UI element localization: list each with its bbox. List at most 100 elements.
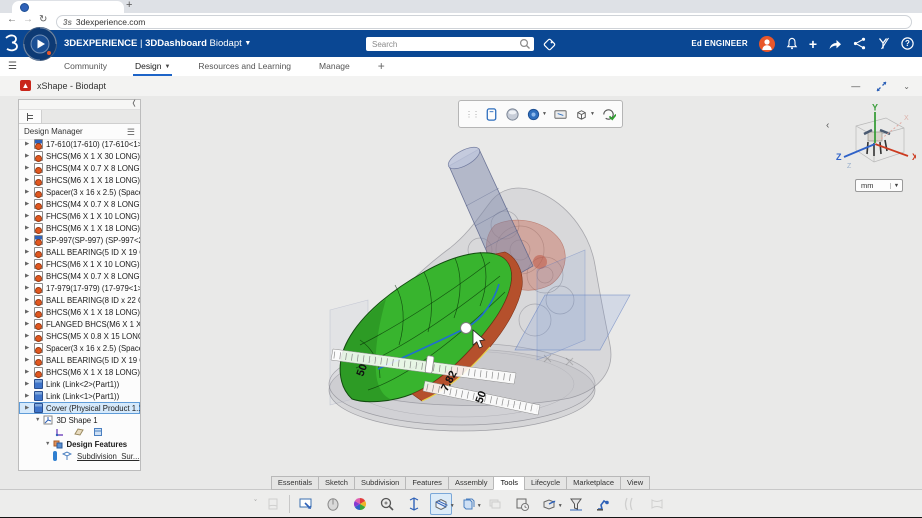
tree-row[interactable]: ▶ Link (Link<2>(Part1)) <box>19 378 140 390</box>
view-mode-icon[interactable]: ▼ <box>526 107 547 122</box>
compass-icon[interactable] <box>22 26 58 62</box>
ribbon-tab[interactable]: Marketplace <box>566 476 621 490</box>
expand-arrow-icon[interactable]: ▶ <box>25 393 31 399</box>
tree-row[interactable]: ▶ SHCS(M6 X 1 X 30 LONG) (... <box>19 150 140 162</box>
tree-row[interactable]: ▶ SP-997(SP-997) (SP-997<2... <box>19 234 140 246</box>
dashboard-tab[interactable]: Design▼ <box>135 57 170 76</box>
expand-arrow-icon[interactable]: ▶ <box>25 213 31 219</box>
expand-arrow-icon[interactable]: ▶ <box>25 297 31 303</box>
ribbon-tab[interactable]: Sketch <box>318 476 355 490</box>
panel-collapse-icon[interactable]: ❬ <box>131 99 137 107</box>
filter-icon[interactable]: ▼ <box>565 493 587 515</box>
minimize-icon[interactable]: — <box>851 81 860 91</box>
new-tab-button[interactable]: + <box>126 0 132 11</box>
expand-arrow-icon[interactable]: ▶ <box>25 261 31 267</box>
expand-icon[interactable] <box>876 81 887 92</box>
share-arrow-icon[interactable] <box>828 38 842 50</box>
tag-icon[interactable] <box>542 37 557 52</box>
drag-handle[interactable]: ⋮⋮ <box>465 110 479 119</box>
panel-menu-icon[interactable]: ☰ <box>127 128 135 136</box>
tree-row[interactable]: ▶ 17-610(17-610) (17-610<1>(... <box>19 138 140 150</box>
ribbon-tab[interactable]: Features <box>405 476 449 490</box>
expand-arrow-icon[interactable]: ▶ <box>25 249 31 255</box>
expand-arrow-icon[interactable]: ▶ <box>25 273 31 279</box>
sheet-icon[interactable] <box>262 493 284 515</box>
curve-analysis-icon[interactable]: ▼ <box>619 493 641 515</box>
ribbon-tab[interactable]: Essentials <box>271 476 319 490</box>
expand-arrow-icon[interactable]: ▶ <box>25 141 31 147</box>
dashboard-name[interactable]: Biodapt <box>210 38 242 49</box>
tree-row[interactable]: ▶ BHCS(M6 X 1 X 18 LONG) (... <box>19 366 140 378</box>
notifications-bell-icon[interactable] <box>786 37 798 50</box>
tree-row[interactable]: ▶ Cover (Physical Product 1.1) <box>19 402 140 414</box>
search-icon[interactable] <box>519 38 531 50</box>
render-style-icon[interactable]: ▼ <box>574 107 595 122</box>
tree-row[interactable]: ▶ FHCS(M6 X 1 X 10 LONG) (... <box>19 210 140 222</box>
stack-icon[interactable]: ▼ <box>484 493 506 515</box>
expand-arrow-icon[interactable]: ▶ <box>25 333 31 339</box>
shaded-sphere-icon[interactable]: ▼ <box>505 107 520 122</box>
ribbon-tab[interactable]: View <box>620 476 650 490</box>
help-icon[interactable]: ? <box>901 37 914 50</box>
chevron-down-icon[interactable]: ˇ <box>254 500 256 507</box>
3ds-logo-icon[interactable] <box>3 33 20 53</box>
expand-arrow-icon[interactable]: ▶ <box>25 357 31 363</box>
units-dropdown[interactable]: mm ▼ <box>855 179 903 192</box>
expand-arrow-icon[interactable]: ▼ <box>35 417 40 423</box>
ribbon-tab[interactable]: Subdivision <box>354 476 406 490</box>
z-axis[interactable] <box>844 144 875 157</box>
tree-row[interactable]: ▶ SHCS(M5 X 0.8 X 15 LONG... <box>19 330 140 342</box>
share-nodes-icon[interactable] <box>853 37 866 50</box>
expand-arrow-icon[interactable]: ▶ <box>25 381 31 387</box>
back-icon[interactable]: ← <box>7 14 17 25</box>
update-icon[interactable]: ▼ <box>601 107 616 122</box>
rep-plane-icon[interactable] <box>74 427 84 437</box>
ribbon-tab[interactable]: Tools <box>493 476 525 490</box>
capture-tool-icon[interactable]: ▼ <box>295 493 317 515</box>
expand-arrow-icon[interactable]: ▶ <box>25 225 31 231</box>
expand-arrow-icon[interactable]: ▶ <box>25 285 31 291</box>
tree-row[interactable]: ▶ FHCS(M6 X 1 X 10 LONG) (... <box>19 258 140 270</box>
refresh-icon[interactable]: ↻ <box>39 14 47 25</box>
tree-row[interactable]: ▶ BALL BEARING(8 ID x 22 O... <box>19 294 140 306</box>
expand-arrow-icon[interactable]: ▶ <box>25 189 31 195</box>
tree-row[interactable]: ▶ BHCS(M6 X 1 X 18 LONG) (... <box>19 222 140 234</box>
chevron-down-icon[interactable]: ⌄ <box>903 82 910 91</box>
add-content-icon[interactable]: + <box>809 39 817 49</box>
forward-icon[interactable]: → <box>23 14 33 25</box>
collaboration-icon[interactable] <box>877 37 890 50</box>
clip-review-icon[interactable]: ▼ <box>511 493 533 515</box>
expand-arrow-icon[interactable]: ▶ <box>25 165 31 171</box>
screen-mode-icon[interactable]: ▼ <box>553 107 568 122</box>
section-icon[interactable]: ▼ <box>430 493 452 515</box>
expand-arrow-icon[interactable]: ▶ <box>25 405 31 411</box>
expand-arrow-icon[interactable]: ▶ <box>25 177 31 183</box>
hamburger-menu-icon[interactable]: ☰ <box>8 57 17 76</box>
expand-arrow-icon[interactable]: ▶ <box>25 153 31 159</box>
ribbon-tab[interactable]: Assembly <box>448 476 495 490</box>
tree-row[interactable]: ▶ BALL BEARING(5 ID X 19 O... <box>19 354 140 366</box>
tree-row[interactable]: ▶ BHCS(M4 X 0.7 X 8 LONG) ... <box>19 198 140 210</box>
color-wheel-icon[interactable]: ▼ <box>349 493 371 515</box>
address-field[interactable]: 3s 3dexperience.com <box>56 15 912 29</box>
measure-icon[interactable]: ▼ <box>403 493 425 515</box>
tree-row[interactable]: ▶ BHCS(M6 X 1 X 18 LONG) (... <box>19 174 140 186</box>
expand-arrow-icon[interactable]: ▶ <box>25 237 31 243</box>
tree-row[interactable]: ▶ BHCS(M4 X 0.7 X 8 LONG) ... <box>19 162 140 174</box>
expand-arrow-icon[interactable]: ▶ <box>25 321 31 327</box>
kinematics-icon[interactable]: ▼ <box>592 493 614 515</box>
zoom-options-icon[interactable]: ▼ <box>376 493 398 515</box>
tree-row[interactable]: ▶ 17-979(17-979) (17-979<1>(... <box>19 282 140 294</box>
navigation-cube[interactable]: Y X Z Z X <box>834 104 916 184</box>
expand-arrow-icon[interactable]: ▶ <box>25 201 31 207</box>
tree-row[interactable]: ▶ BALL BEARING(5 ID X 19 O... <box>19 246 140 258</box>
user-name[interactable]: Ed ENGINEER <box>691 39 747 48</box>
tree-row[interactable]: ▶ Spacer(3 x 16 x 2.5) (Spacer... <box>19 342 140 354</box>
tree-row[interactable]: ▶ Spacer(3 x 16 x 2.5) (Spacer... <box>19 186 140 198</box>
rep-axis-icon[interactable] <box>55 427 65 437</box>
dashboard-tab[interactable]: Community▼ <box>64 57 107 76</box>
expand-arrow-icon[interactable]: ▶ <box>25 345 31 351</box>
section-planes-icon[interactable]: ▼ <box>457 493 479 515</box>
expand-arrow-icon[interactable]: ▼ <box>45 441 50 447</box>
tree-row-3d-shape[interactable]: ▼ 3D Shape 1 <box>19 414 140 426</box>
